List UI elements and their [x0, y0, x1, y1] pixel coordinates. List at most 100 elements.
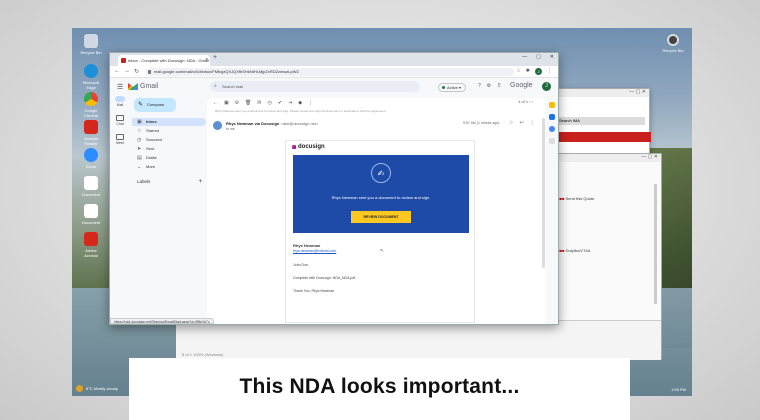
rail-label: Chat — [116, 122, 124, 126]
window-controls: — ▢ ✕ — [522, 54, 554, 60]
forward-icon[interactable]: → — [124, 68, 130, 75]
recycle-icon — [667, 34, 679, 46]
close-icon[interactable]: ✕ — [550, 54, 554, 60]
mail-icon — [115, 96, 125, 102]
message-time: 9:57 AM (1 minute ago) — [463, 121, 500, 125]
close-tab-icon[interactable]: × — [205, 55, 208, 66]
status-button[interactable]: Active ▾ — [438, 83, 467, 92]
minimize-icon[interactable]: — — [522, 54, 527, 60]
account-avatar[interactable]: J — [542, 82, 551, 91]
apps-grid-icon[interactable]: ⠿ — [497, 83, 501, 89]
folder-label: Drafts — [146, 155, 157, 160]
compose-button[interactable]: ✎ Compose — [134, 98, 176, 112]
search-input[interactable]: ⌕ Search mail — [210, 81, 420, 92]
desktop-icon-recycle[interactable]: Recycle Bin — [78, 34, 104, 55]
add-app-icon[interactable] — [549, 138, 555, 144]
report-icon[interactable]: ⊘ — [235, 100, 239, 106]
label-icon[interactable]: ◆ — [298, 100, 302, 106]
recipient-line[interactable]: to me — [226, 127, 235, 131]
move-icon[interactable]: ⇥ — [288, 100, 292, 106]
background-browser-window[interactable]: — ▢ ✕ Search IMA — [546, 88, 651, 163]
docusign-email-body: docusign ✍ Rhys Newman sent you a docume… — [285, 140, 475, 323]
new-tab-icon[interactable]: + — [213, 54, 217, 61]
sender-name[interactable]: Rhys Newman via Docusign — [226, 121, 279, 126]
header-icons: ? ⚙ ⠿ — [478, 83, 501, 89]
settings-gear-icon[interactable]: ⚙ — [487, 83, 491, 89]
profile-avatar[interactable]: J — [535, 68, 542, 75]
message-scrollbar[interactable] — [542, 118, 545, 268]
back-arrow-icon[interactable]: ← — [213, 100, 218, 106]
more-icon[interactable]: ⋮ — [530, 120, 535, 126]
star-icon[interactable]: ☆ — [516, 68, 520, 75]
folder-inbox[interactable]: ▣ Inbox — [132, 118, 206, 126]
back-icon[interactable]: ← — [114, 68, 120, 75]
folder-starred[interactable]: ☆ Starred — [132, 127, 206, 135]
address-bar[interactable]: mail.google.com/mail/u/0/#inbox/FMfcgzQX… — [146, 68, 514, 76]
folder-snoozed[interactable]: ◷ Snoozed — [132, 136, 206, 144]
archive-icon[interactable]: ▣ — [224, 100, 229, 106]
review-document-button[interactable]: REVIEW DOCUMENT — [351, 211, 411, 223]
desktop-icon-zoom[interactable]: Zoom — [78, 148, 104, 169]
email-body-text: Complete with Docusign: NDA_NDA.pdf — [293, 276, 356, 280]
chrome-window[interactable]: Inbox - Complete with Docusign: NDA - Gm… — [109, 52, 559, 325]
maximize-icon[interactable]: ▢ — [536, 54, 541, 60]
window-controls[interactable]: — ▢ ✕ — [547, 89, 649, 97]
system-clock[interactable]: 1:05 PM — [671, 387, 686, 392]
pager: 1 of 1 ‹ › — [518, 99, 533, 104]
tasks-icon[interactable] — [549, 114, 555, 120]
desktop-icon-document-1[interactable]: Document — [78, 176, 104, 197]
search-icon: ⌕ — [214, 83, 217, 89]
labels-text: Labels — [137, 179, 151, 184]
nav-buttons: ← → ↻ — [114, 68, 139, 75]
hamburger-icon[interactable]: ☰ — [117, 83, 123, 91]
desktop-icon-label: Document — [81, 220, 101, 225]
desktop-icon-acrobat-reader[interactable]: Acrobat Reader — [78, 120, 104, 146]
desktop-icon-label: Acrobat Reader — [84, 136, 98, 146]
delete-icon[interactable]: 🗑 — [245, 100, 251, 106]
keep-icon[interactable] — [549, 102, 555, 108]
pager-text: 1 of 1 — [518, 99, 529, 104]
desktop-icon-adobe-acrobat[interactable]: Adobe Acrobat — [78, 232, 104, 258]
gmail-logo-text: Gmail — [140, 83, 159, 90]
desktop-icon-document-2[interactable]: Document — [78, 204, 104, 225]
extensions-icon[interactable]: ✱ — [526, 68, 530, 75]
sender-avatar[interactable] — [213, 121, 222, 130]
browser-tab[interactable]: Inbox - Complete with Docusign: NDA - Gm… — [118, 55, 210, 66]
draft-icon: ▤ — [137, 155, 142, 161]
contacts-icon[interactable] — [549, 126, 555, 132]
reply-icon[interactable]: ↩ — [519, 120, 523, 126]
add-label-icon[interactable]: + — [198, 178, 202, 186]
desktop-icon-label: Zoom — [85, 164, 97, 169]
docusign-logo: docusign — [292, 144, 325, 150]
sender-signature-email[interactable]: rhys.newman@hotmail.com — [293, 249, 336, 253]
banner-message: Rhys Newman sent you a document to revie… — [331, 195, 431, 200]
menu-icon[interactable]: ⋮ — [547, 68, 552, 75]
app-rail: Mail Chat Meet — [110, 96, 130, 324]
more-icon[interactable]: ⋮ — [308, 100, 313, 106]
message-toolbar: ← ▣ ⊘ 🗑 ✉ ◷ ✔ ⇥ ◆ ⋮ — [207, 98, 547, 108]
toolbar-icons: ☆ ✱ J ⋮ — [516, 68, 552, 75]
gmail-m-icon — [128, 83, 138, 90]
help-icon[interactable]: ? — [478, 83, 481, 89]
scrollbar[interactable] — [654, 184, 657, 304]
desktop-icon-chrome[interactable]: Google Chrome — [78, 92, 104, 118]
desktop-icon-trash[interactable]: Recycle Bin — [662, 34, 684, 53]
desktop-icon-edge[interactable]: Microsoft Edge — [78, 64, 104, 90]
rail-mail[interactable]: Mail — [110, 96, 130, 107]
weather-widget[interactable]: 8°C Mostly cloudy — [76, 385, 118, 392]
window-controls[interactable]: — ▢ ✕ — [546, 154, 661, 162]
rail-chat[interactable]: Chat — [110, 115, 130, 126]
folder-sent[interactable]: ➤ Sent — [132, 145, 206, 153]
reload-icon[interactable]: ↻ — [134, 68, 139, 75]
snooze-icon[interactable]: ◷ — [268, 100, 272, 106]
sun-icon — [76, 385, 83, 392]
search-bar[interactable]: Search IMA — [555, 117, 645, 125]
add-task-icon[interactable]: ✔ — [278, 100, 282, 106]
folder-label: Inbox — [146, 119, 157, 124]
rail-meet[interactable]: Meet — [110, 134, 130, 145]
folder-more[interactable]: ⌄ More — [132, 163, 206, 171]
mark-unread-icon[interactable]: ✉ — [257, 100, 261, 106]
star-icon[interactable]: ☆ — [509, 120, 513, 126]
gmail-logo[interactable]: Gmail — [128, 83, 158, 90]
folder-drafts[interactable]: ▤ Drafts — [132, 154, 206, 162]
